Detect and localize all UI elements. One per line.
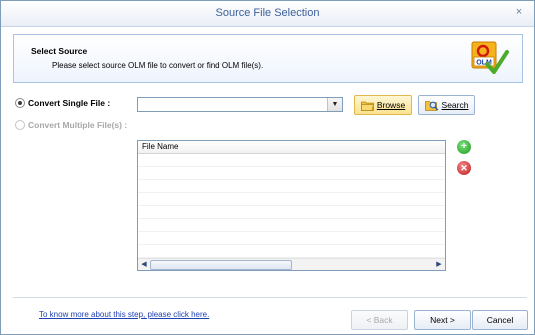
browse-label: Browse xyxy=(376,100,406,110)
list-item xyxy=(138,245,445,258)
convert-single-file-option[interactable]: Convert Single File : xyxy=(15,98,110,108)
list-item xyxy=(138,193,445,206)
file-name-column-header[interactable]: File Name xyxy=(138,141,445,154)
convert-multiple-files-option: Convert Multiple File(s) : xyxy=(15,120,127,130)
back-label: < Back xyxy=(366,315,393,325)
list-item xyxy=(138,180,445,193)
list-item xyxy=(138,167,445,180)
back-button[interactable]: < Back xyxy=(351,310,408,330)
scroll-left-icon[interactable]: ◀ xyxy=(139,259,149,270)
window-title: Source File Selection xyxy=(215,7,320,19)
file-list-grid[interactable]: File Name ◀ ▶ xyxy=(137,140,446,271)
search-icon xyxy=(424,100,438,111)
next-label: Next > xyxy=(430,315,455,325)
chevron-down-icon[interactable]: ▼ xyxy=(327,98,342,111)
file-list-rows xyxy=(138,154,445,258)
scroll-right-icon[interactable]: ▶ xyxy=(434,259,444,270)
browse-button[interactable]: Browse xyxy=(354,95,412,115)
cancel-button[interactable]: Cancel xyxy=(472,310,528,330)
search-label: Search xyxy=(441,100,469,110)
next-button[interactable]: Next > xyxy=(414,310,471,330)
plus-icon: + xyxy=(461,141,467,152)
section-description: Please select source OLM file to convert… xyxy=(52,61,264,70)
list-item xyxy=(138,219,445,232)
list-item xyxy=(138,232,445,245)
search-button[interactable]: Search xyxy=(418,95,475,115)
file-path-combo[interactable]: ▼ xyxy=(137,97,343,112)
help-link[interactable]: To know more about this step, please cli… xyxy=(39,310,209,319)
multiple-files-label: Convert Multiple File(s) : xyxy=(28,120,128,130)
olm-check-icon: OLM xyxy=(471,41,509,74)
list-item xyxy=(138,154,445,167)
scrollbar-thumb[interactable] xyxy=(150,260,292,270)
add-file-button[interactable]: + xyxy=(457,140,471,154)
horizontal-scrollbar[interactable]: ◀ ▶ xyxy=(138,258,445,270)
select-source-header: Select Source Please select source OLM f… xyxy=(13,34,523,83)
folder-icon xyxy=(360,101,374,111)
file-path-input[interactable] xyxy=(138,98,330,111)
multiple-files-radio xyxy=(15,120,25,130)
remove-file-button[interactable]: ✕ xyxy=(457,161,471,175)
cancel-label: Cancel xyxy=(486,315,514,325)
footer-divider xyxy=(13,297,527,298)
file-name-header-label: File Name xyxy=(142,142,179,151)
single-file-label: Convert Single File : xyxy=(28,98,111,108)
list-item xyxy=(138,206,445,219)
source-file-selection-dialog: Source File Selection × Select Source Pl… xyxy=(0,0,535,335)
title-bar: Source File Selection × xyxy=(1,1,534,27)
single-file-radio[interactable] xyxy=(15,98,25,108)
section-title: Select Source xyxy=(31,46,88,56)
remove-icon: ✕ xyxy=(460,163,468,173)
close-icon[interactable]: × xyxy=(513,6,525,18)
